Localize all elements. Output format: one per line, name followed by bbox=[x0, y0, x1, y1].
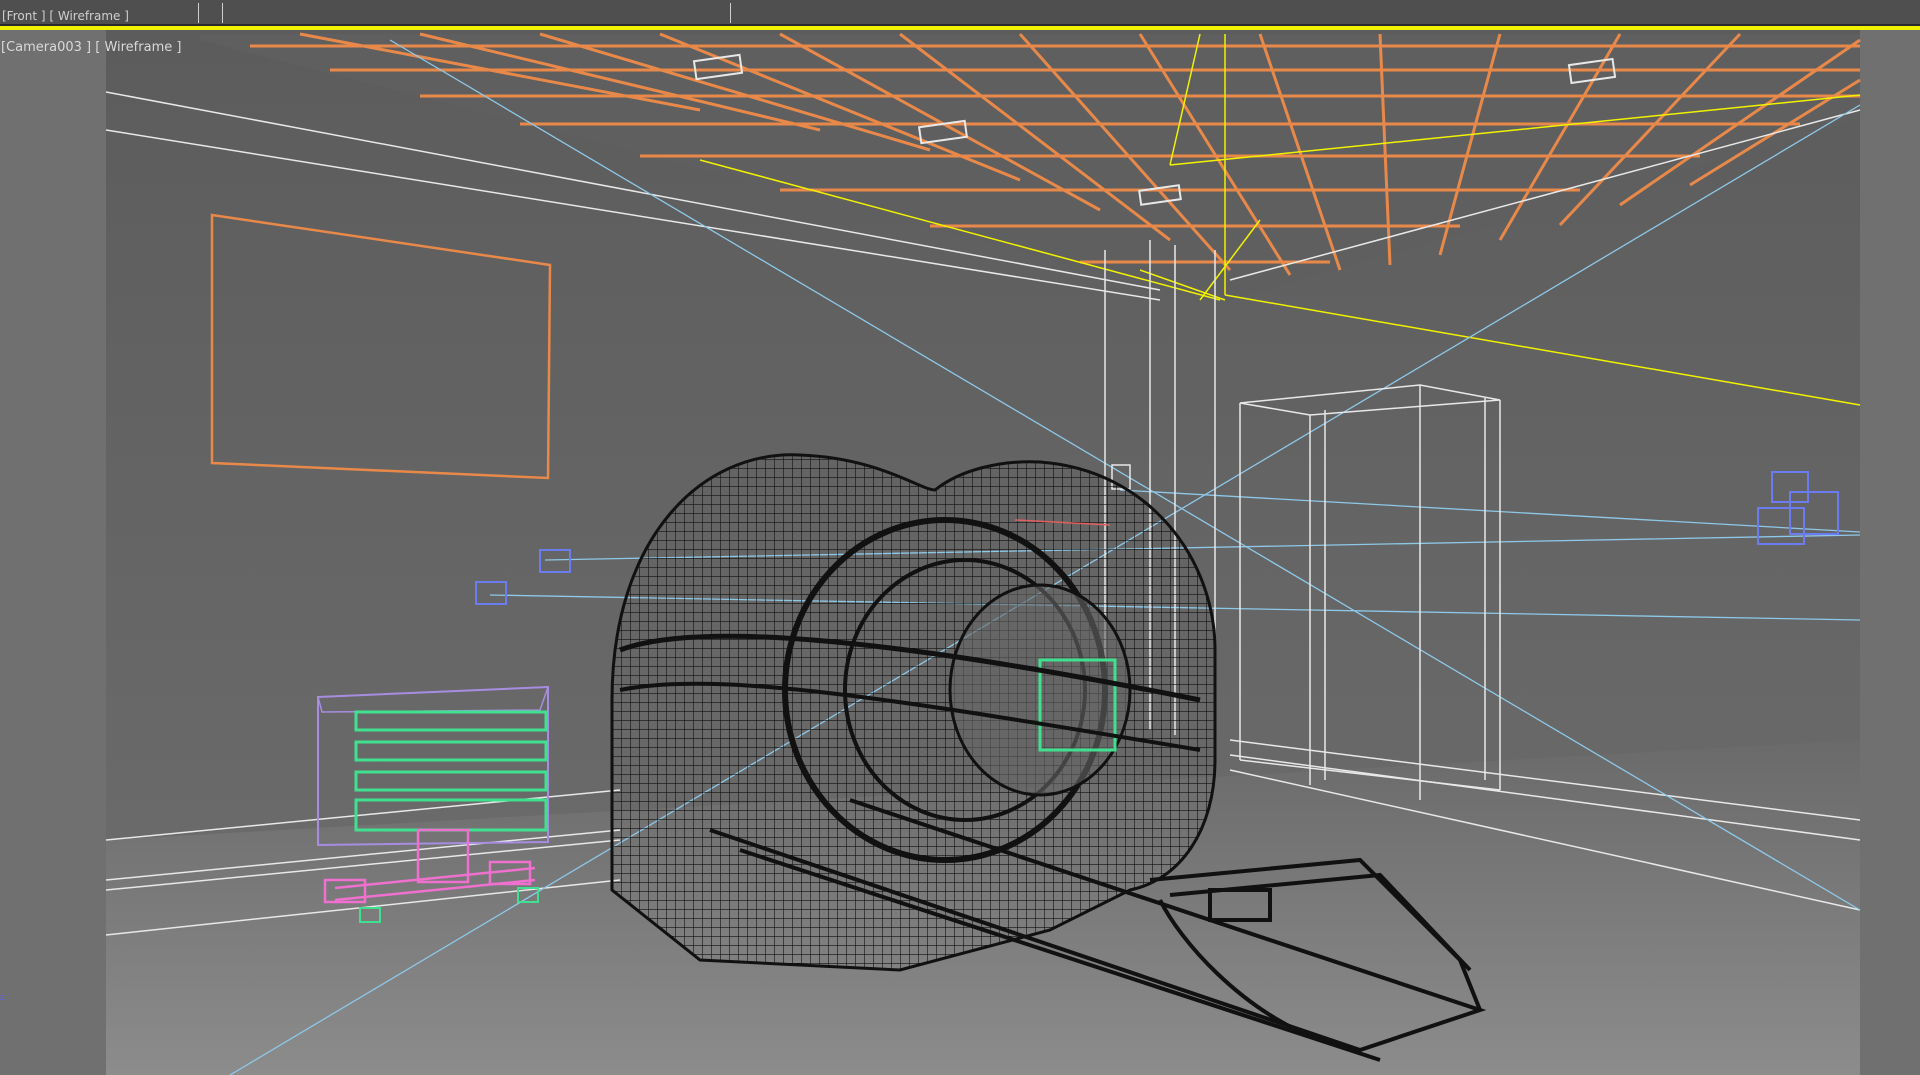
scene-wireframe[interactable] bbox=[0, 0, 1920, 1075]
axis-gizmo-z: z bbox=[0, 993, 5, 1003]
camera-viewport-label[interactable]: [Camera003 ] [ Wireframe ] bbox=[1, 40, 181, 56]
